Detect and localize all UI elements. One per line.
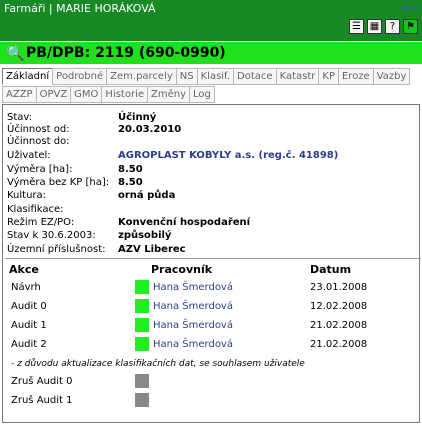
action-date: 12.02.2008 (310, 301, 368, 312)
field-label-ucinnost-do: Účinnost do: (7, 136, 70, 147)
print-icon[interactable]: ☰ (349, 19, 364, 34)
tab-azzp[interactable]: AZZP (2, 86, 37, 103)
cancel-action-label: Zruš Audit 0 (11, 376, 73, 387)
worker-link[interactable]: Hana Šmerdová (153, 339, 233, 351)
action-date: 23.01.2008 (310, 282, 368, 293)
tab-gmo[interactable]: GMO (70, 86, 103, 103)
cancel-action-label: Zruš Audit 1 (11, 395, 73, 406)
tab-katastr[interactable]: Katastr (275, 68, 320, 85)
field-label-rezim: Režim EZ/PO: (7, 217, 75, 228)
field-value-kultura: orná půda (118, 190, 176, 201)
action-date: 21.02.2008 (310, 339, 368, 350)
app-top-bar: Farmáři | MARIE HORÁKOVÁ ⟵ ☰ ▦ ? ⚑ (0, 0, 422, 41)
tab-historie[interactable]: Historie (101, 86, 149, 103)
field-label-uzivatel: Uživatel: (7, 150, 51, 161)
action-note: - z důvodu aktualizace klasifikačních da… (11, 359, 305, 369)
column-header-pracovnik: Pracovník (151, 263, 213, 276)
tab-zem-parcely[interactable]: Zem.parcely (106, 68, 177, 85)
tab-vazby[interactable]: Vazby (372, 68, 411, 85)
tab-dotace[interactable]: Dotace (233, 68, 277, 85)
cancel-audit-0-button[interactable] (135, 374, 149, 388)
status-indicator (135, 280, 149, 294)
field-value-ucinnost-od: 20.03.2010 (118, 124, 182, 135)
field-value-vymera: 8.50 (118, 164, 143, 175)
tab-zmeny[interactable]: Změny (147, 86, 191, 103)
map-pin-icon[interactable]: ⚑ (403, 19, 418, 34)
tab-eroze[interactable]: Eroze (337, 68, 374, 85)
page-title: PB/DPB: 2119 (690-0990) (26, 45, 226, 61)
tab-row-2: AZZP OPVZ GMO Historie Změny Log (2, 86, 420, 103)
help-icon[interactable]: ? (385, 19, 400, 34)
status-indicator (135, 318, 149, 332)
tab-zakladni[interactable]: Základní (2, 68, 54, 85)
status-indicator (135, 299, 149, 313)
field-label-stav-2003: Stav k 30.6.2003: (7, 230, 96, 241)
column-header-datum: Datum (310, 263, 352, 276)
field-value-uzemni: AZV Liberec (118, 244, 186, 255)
action-date: 21.02.2008 (310, 320, 368, 331)
field-label-vymera-bez-kp: Výměra bez KP [ha]: (7, 177, 110, 188)
search-icon[interactable]: 🔍 (6, 44, 25, 62)
field-value-rezim: Konvenční hospodaření (118, 217, 251, 228)
tab-klasif[interactable]: Klasif. (196, 68, 235, 85)
field-label-vymera: Výměra [ha]: (7, 164, 73, 175)
field-value-vymera-bez-kp: 8.50 (118, 177, 143, 188)
column-header-akce: Akce (9, 263, 39, 276)
tab-row-1: Základní Podrobné Zem.parcely NS Klasif.… (2, 68, 420, 85)
action-row-label: Audit 2 (11, 339, 47, 350)
field-value-stav-2003: způsobilý (118, 230, 172, 241)
tab-ns[interactable]: NS (175, 68, 198, 85)
section-separator (5, 258, 421, 259)
field-label-ucinnost-od: Účinnost od: (7, 124, 70, 135)
field-value-stav: Účinný (118, 112, 157, 123)
action-row-label: Audit 0 (11, 301, 47, 312)
field-label-kultura: Kultura: (7, 190, 47, 201)
field-label-uzemni: Územní příslušnost: (7, 244, 106, 255)
worker-link[interactable]: Hana Šmerdová (153, 320, 233, 332)
tab-opvz[interactable]: OPVZ (35, 86, 72, 103)
action-row-label: Audit 1 (11, 320, 47, 331)
field-label-klasifikace: Klasifikace: (7, 204, 64, 215)
tab-bar: Základní Podrobné Zem.parcely NS Klasif.… (2, 68, 420, 104)
tab-podrobne[interactable]: Podrobné (52, 68, 108, 85)
worker-link[interactable]: Hana Šmerdová (153, 282, 233, 294)
status-indicator (135, 337, 149, 351)
table-icon[interactable]: ▦ (367, 19, 382, 34)
worker-link[interactable]: Hana Šmerdová (153, 301, 233, 313)
field-label-stav: Stav: (7, 112, 33, 123)
cancel-audit-1-button[interactable] (135, 393, 149, 407)
tab-kp[interactable]: KP (318, 68, 339, 85)
tab-log[interactable]: Log (189, 86, 215, 103)
app-title: Farmáři | MARIE HORÁKOVÁ (4, 2, 156, 15)
field-value-uzivatel[interactable]: AGROPLAST KOBYLY a.s. (reg.č. 41898) (118, 150, 338, 162)
action-row-label: Návrh (11, 282, 41, 293)
content-panel: Stav: Účinný Účinnost od: 20.03.2010 Úči… (2, 104, 421, 423)
section-header: 🔍 PB/DPB: 2119 (690-0990) (0, 42, 422, 64)
top-toolbar: ⟵ ☰ ▦ ? ⚑ (349, 2, 420, 34)
back-arrow-icon[interactable]: ⟵ (401, 1, 420, 16)
